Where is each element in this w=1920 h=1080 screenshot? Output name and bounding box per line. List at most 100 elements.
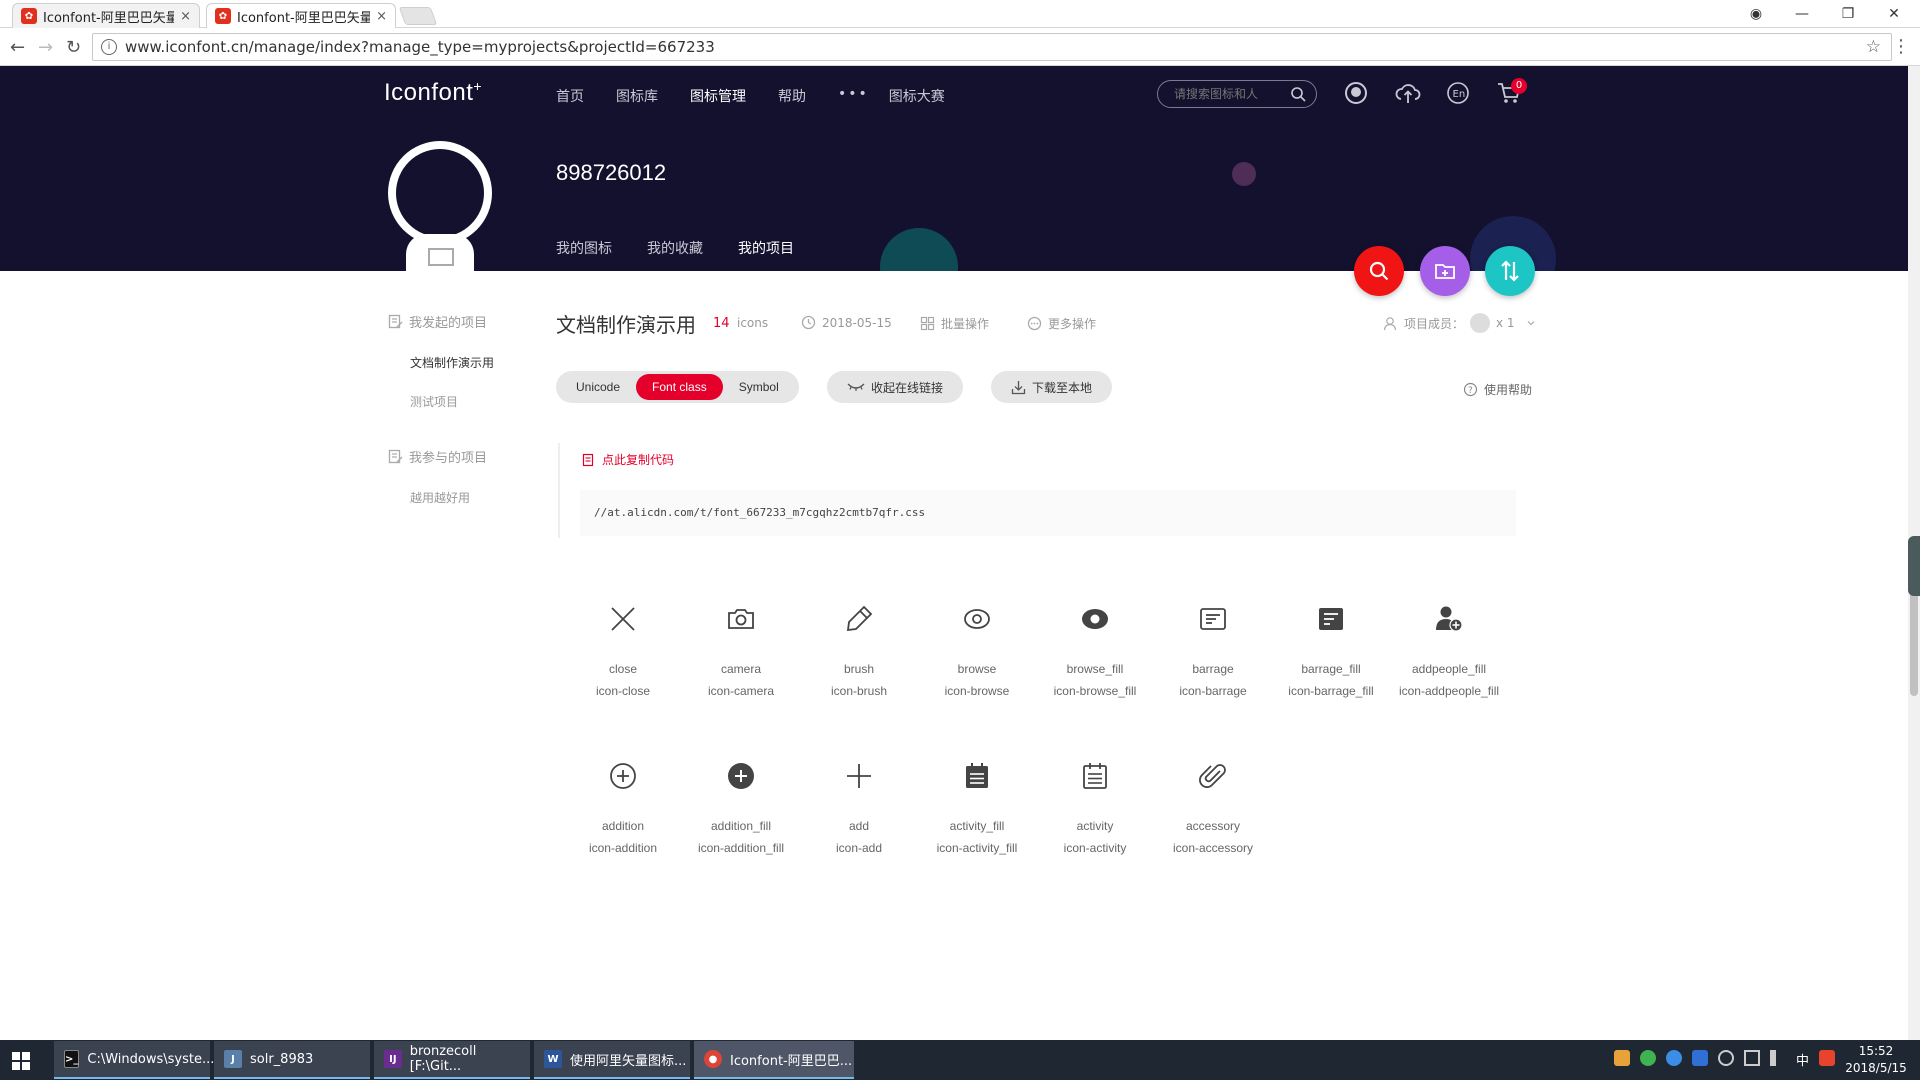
icon-card[interactable]: add icon-add — [800, 759, 918, 859]
more-operation-button[interactable]: 更多操作 — [1027, 315, 1096, 332]
browser-tab-bar: ✿ Iconfont-阿里巴巴矢量图 × ✿ Iconfont-阿里巴巴矢量图 … — [0, 0, 1920, 28]
nav-icon-library[interactable]: 图标库 — [616, 86, 658, 106]
sidebar-item-demo-project[interactable]: 文档制作演示用 — [410, 354, 494, 371]
search-input[interactable] — [1174, 87, 1284, 101]
shield-icon[interactable] — [1692, 1050, 1708, 1066]
browser-tab-active[interactable]: ✿ Iconfont-阿里巴巴矢量图 × — [206, 3, 396, 28]
download-local-button[interactable]: 下载至本地 — [991, 371, 1113, 403]
icon-card[interactable]: browse icon-browse — [918, 602, 1036, 702]
new-tab-button[interactable] — [398, 7, 438, 25]
icon-card[interactable]: activity icon-activity — [1036, 759, 1154, 859]
java-icon: J — [224, 1050, 242, 1068]
barrage-fill-icon — [1319, 608, 1343, 630]
eye-fill-icon — [1082, 609, 1108, 629]
sogou-ime-icon[interactable] — [1819, 1050, 1836, 1066]
avatar-body — [406, 234, 474, 271]
question-circle-icon: ? — [1463, 382, 1478, 397]
restore-icon[interactable]: ❐ — [1825, 6, 1871, 22]
icon-card[interactable]: accessory icon-accessory — [1154, 759, 1272, 859]
side-feedback-tab[interactable] — [1908, 536, 1920, 596]
forward-arrow-icon[interactable]: → — [38, 37, 53, 58]
fab-sort-button[interactable] — [1485, 246, 1535, 296]
icon-card[interactable]: brush icon-brush — [800, 602, 918, 702]
volume-icon[interactable] — [1770, 1050, 1786, 1066]
profile-icon[interactable]: ◉ — [1733, 6, 1779, 22]
info-icon[interactable]: i — [101, 39, 117, 55]
icon-card[interactable]: barrage icon-barrage — [1154, 602, 1272, 702]
batch-operation-button[interactable]: 批量操作 — [920, 315, 989, 332]
nav-help[interactable]: 帮助 — [778, 86, 806, 106]
iconfont-favicon-icon: ✿ — [21, 8, 37, 24]
help-text: 使用帮助 — [1484, 383, 1533, 397]
url-input[interactable]: i www.iconfont.cn/manage/index?manage_ty… — [92, 33, 1892, 61]
subnav-my-favorites[interactable]: 我的收藏 — [647, 238, 703, 271]
sidebar-item-joined-project[interactable]: 越用越好用 — [410, 489, 470, 506]
wechat-icon[interactable] — [1640, 1050, 1656, 1066]
task-label: 使用阿里矢量图标... — [570, 1053, 687, 1069]
tray-network-app-icon[interactable] — [1666, 1050, 1682, 1066]
network-icon[interactable] — [1744, 1050, 1760, 1066]
icon-card[interactable]: camera icon-camera — [682, 602, 800, 702]
close-window-icon[interactable]: ✕ — [1871, 6, 1917, 22]
format-symbol-tab[interactable]: Symbol — [723, 374, 795, 400]
icon-card[interactable]: close icon-close — [564, 602, 682, 702]
clock-time: 15:52 — [1858, 1044, 1894, 1058]
icon-name: addition_fill — [710, 819, 772, 833]
taskbar-item-cmd[interactable]: >_ C:\Windows\syste... — [54, 1041, 214, 1079]
usage-help-link[interactable]: ? 使用帮助 — [1463, 381, 1532, 398]
format-unicode-tab[interactable]: Unicode — [560, 374, 636, 400]
icon-card[interactable]: addpeople_fill icon-addpeople_fill — [1390, 602, 1508, 702]
browser-tab[interactable]: ✿ Iconfont-阿里巴巴矢量图 × — [12, 3, 200, 28]
sidebar-item-test-project[interactable]: 测试项目 — [410, 393, 458, 410]
icon-class: icon-browse — [944, 684, 1010, 698]
search-icon[interactable] — [1290, 86, 1306, 102]
taskbar-item-solr[interactable]: J solr_8983 — [214, 1041, 370, 1079]
system-tray: 中 — [1614, 1050, 1836, 1069]
minimize-icon[interactable]: — — [1779, 6, 1825, 22]
fab-add-folder-button[interactable] — [1420, 246, 1470, 296]
nav-more-icon[interactable]: ••• — [838, 86, 869, 106]
taskbar-item-idea[interactable]: IJ bronzecoll [F:\Git... — [374, 1041, 530, 1079]
system-clock[interactable]: 15:52 2018/5/15 — [1840, 1043, 1912, 1077]
copy-code-link[interactable]: 点此复制代码 — [582, 451, 674, 468]
batch-text: 批量操作 — [941, 317, 990, 331]
icon-card[interactable]: activity_fill icon-activity_fill — [918, 759, 1036, 859]
taskbar-item-chrome[interactable]: ● Iconfont-阿里巴巴... — [694, 1041, 854, 1079]
bookmark-star-icon[interactable]: ☆ — [1866, 37, 1881, 57]
barrage-icon — [1200, 608, 1226, 630]
ime-indicator[interactable]: 中 — [1796, 1050, 1809, 1069]
icon-card[interactable]: barrage_fill icon-barrage_fill — [1272, 602, 1390, 702]
iconfont-logo[interactable]: Iconfont+ — [384, 78, 482, 107]
reload-icon[interactable]: ↻ — [66, 37, 81, 58]
sidebar-started-projects-title: 我发起的项目 — [388, 312, 487, 331]
project-members[interactable]: 项目成员： x 1 — [1383, 313, 1537, 333]
taskbar-item-word[interactable]: W 使用阿里矢量图标... — [534, 1041, 690, 1079]
collapse-online-link-button[interactable]: 收起在线链接 — [827, 371, 964, 403]
icon-card[interactable]: addition_fill icon-addition_fill — [682, 759, 800, 859]
upload-cloud-icon[interactable] — [1395, 81, 1421, 105]
avatar[interactable] — [388, 141, 492, 245]
css-link-code[interactable]: //at.alicdn.com/t/font_667233_m7cgqhz2cm… — [580, 490, 1516, 536]
icon-card[interactable]: browse_fill icon-browse_fill — [1036, 602, 1154, 702]
subnav-my-projects[interactable]: 我的项目 — [738, 238, 794, 271]
browser-menu-icon[interactable]: ⋮ — [1892, 36, 1910, 57]
github-icon[interactable] — [1344, 81, 1368, 105]
fab-search-button[interactable] — [1354, 246, 1404, 296]
tab-close-icon[interactable]: × — [376, 9, 387, 24]
back-arrow-icon[interactable]: ← — [10, 37, 25, 58]
icon-card[interactable]: addition icon-addition — [564, 759, 682, 859]
format-font-class-tab[interactable]: Font class — [636, 374, 723, 400]
subnav-my-icons[interactable]: 我的图标 — [556, 238, 612, 271]
members-label: 项目成员： — [1404, 316, 1465, 331]
tab-close-icon[interactable]: × — [180, 9, 191, 24]
nav-icon-manage[interactable]: 图标管理 — [690, 86, 746, 106]
language-en-icon[interactable]: En — [1446, 81, 1470, 105]
nav-home[interactable]: 首页 — [556, 86, 584, 106]
decor-circle — [1232, 162, 1256, 186]
tray-settings-icon[interactable] — [1718, 1050, 1734, 1066]
more-text: 更多操作 — [1048, 317, 1097, 331]
tray-app-icon[interactable] — [1614, 1050, 1630, 1066]
icon-class: icon-brush — [830, 684, 888, 698]
windows-start-icon[interactable] — [12, 1052, 30, 1070]
nav-icon-contest[interactable]: 图标大赛 — [889, 86, 945, 106]
